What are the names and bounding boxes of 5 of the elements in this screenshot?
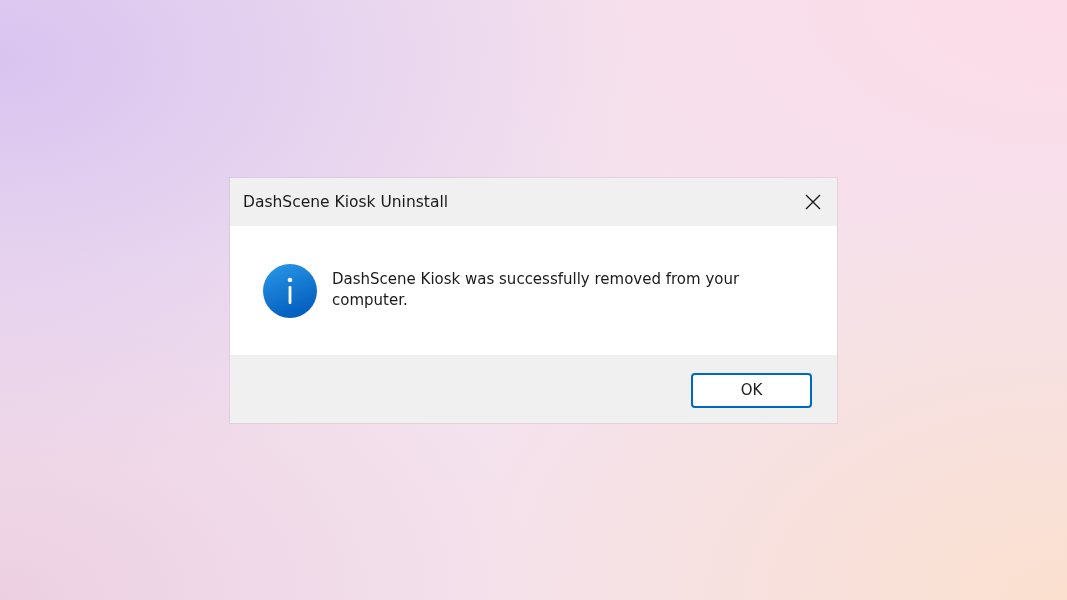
info-icon [263, 263, 317, 318]
window-title: DashScene Kiosk Uninstall [243, 192, 448, 211]
close-icon [805, 193, 821, 210]
message-text: DashScene Kiosk was successfully removed from your computer. [332, 268, 741, 311]
ok-button[interactable]: OK [691, 372, 812, 408]
